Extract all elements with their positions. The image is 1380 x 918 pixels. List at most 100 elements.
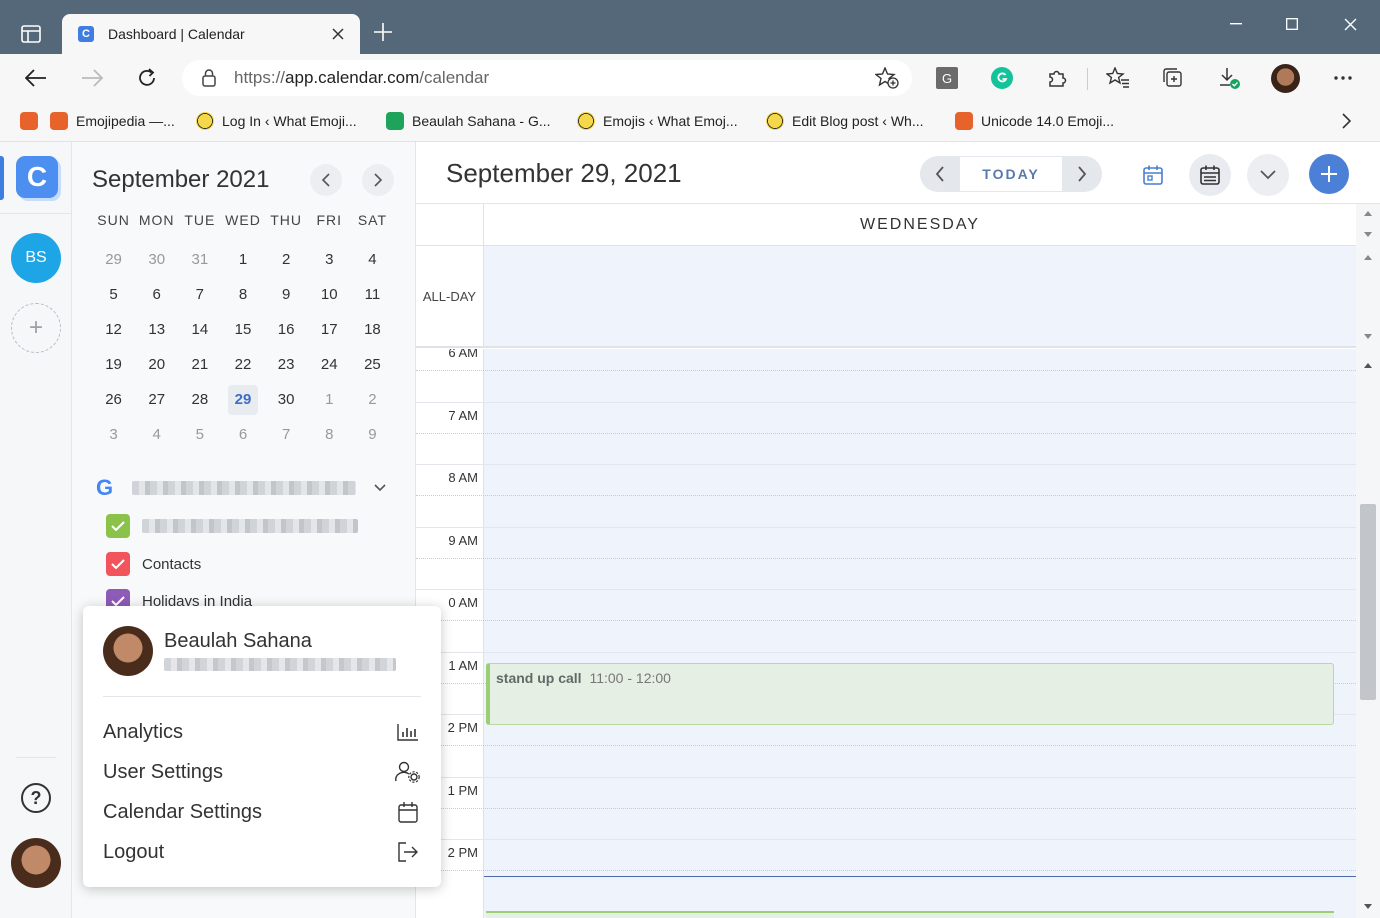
downloads-button[interactable] [1215, 64, 1243, 92]
mini-calendar-day[interactable]: 4 [135, 417, 178, 452]
mini-calendar-day[interactable]: 19 [92, 347, 135, 382]
menu-item-calendar-settings[interactable]: Calendar Settings [103, 797, 421, 827]
calendar-item-primary[interactable] [106, 513, 358, 539]
mini-calendar-day[interactable]: 3 [308, 242, 351, 277]
app-logo[interactable]: C [16, 156, 58, 198]
mini-calendar-day[interactable]: 7 [178, 277, 221, 312]
scroll-down-icon[interactable] [1363, 902, 1373, 912]
view-options-button[interactable] [1247, 154, 1289, 196]
menu-item-logout[interactable]: Logout [103, 837, 421, 867]
prev-day-button[interactable] [920, 156, 960, 192]
check-icon[interactable] [106, 552, 130, 576]
mini-calendar-day[interactable]: 24 [308, 347, 351, 382]
browser-profile-avatar[interactable] [1271, 64, 1300, 93]
mini-calendar-day[interactable]: 15 [221, 312, 264, 347]
close-window-button[interactable] [1330, 10, 1370, 38]
menu-item-analytics[interactable]: Analytics [103, 717, 421, 747]
mini-calendar-day[interactable]: 6 [135, 277, 178, 312]
mini-calendar-day[interactable]: 10 [308, 277, 351, 312]
mini-calendar-day[interactable]: 21 [178, 347, 221, 382]
collections-button[interactable] [1159, 64, 1187, 92]
calendar-item-contacts[interactable]: Contacts [106, 551, 201, 577]
mini-calendar-day[interactable]: 20 [135, 347, 178, 382]
address-bar[interactable]: https://app.calendar.com/calendar [182, 60, 912, 96]
forward-button[interactable] [76, 62, 108, 94]
mini-calendar-day[interactable]: 3 [92, 417, 135, 452]
event-partial[interactable] [486, 911, 1334, 918]
mini-calendar-day[interactable]: 13 [135, 312, 178, 347]
mini-calendar-day[interactable]: 5 [92, 277, 135, 312]
scroll-up-icon[interactable] [1363, 360, 1373, 370]
mini-calendar-day[interactable]: 5 [178, 417, 221, 452]
tab-actions-button[interactable] [14, 20, 48, 48]
mini-calendar-day[interactable]: 30 [265, 382, 308, 417]
mini-calendar-day[interactable]: 27 [135, 382, 178, 417]
refresh-button[interactable] [131, 62, 163, 94]
mini-calendar-day[interactable]: 9 [351, 417, 394, 452]
google-account-row[interactable]: G [96, 476, 396, 500]
settings-more-button[interactable] [1329, 64, 1357, 92]
mini-calendar-day[interactable]: 8 [221, 277, 264, 312]
mini-calendar-day[interactable]: 23 [265, 347, 308, 382]
all-day-slot[interactable] [484, 246, 1356, 346]
mini-calendar-day[interactable]: 17 [308, 312, 351, 347]
mini-calendar-day[interactable]: 30 [135, 242, 178, 277]
mini-calendar-day[interactable]: 31 [178, 242, 221, 277]
grammarly-g-extension-button[interactable]: G [933, 64, 961, 92]
mini-calendar-day[interactable]: 1 [221, 242, 264, 277]
bookmark-1[interactable]: Log In ‹ What Emoji... [196, 110, 357, 132]
user-avatar[interactable] [11, 838, 61, 888]
mini-calendar-day[interactable]: 1 [308, 382, 351, 417]
mini-calendar-day[interactable]: 22 [221, 347, 264, 382]
url-text[interactable]: https://app.calendar.com/calendar [234, 68, 872, 88]
bookmark-4[interactable]: Edit Blog post ‹ Wh... [766, 110, 924, 132]
menu-item-user-settings[interactable]: User Settings [103, 757, 421, 787]
account-avatar-bs[interactable]: BS [11, 233, 61, 283]
favorites-button[interactable] [1104, 64, 1132, 92]
tab-close-button[interactable] [328, 24, 348, 45]
bookmark-2[interactable]: Beaulah Sahana - G... [386, 110, 551, 132]
check-icon[interactable] [106, 514, 130, 538]
mini-calendar-day[interactable]: 25 [351, 347, 394, 382]
more-bookmarks-button[interactable] [1336, 110, 1356, 132]
bookmark-5[interactable]: Unicode 14.0 Emoji... [955, 110, 1114, 132]
day-view-button[interactable] [1132, 154, 1174, 196]
expand-account-button[interactable] [374, 479, 386, 497]
scroll-down-icon[interactable] [1363, 230, 1373, 240]
mini-calendar-day[interactable]: 28 [178, 382, 221, 417]
mini-calendar-day[interactable]: 2 [351, 382, 394, 417]
extensions-button[interactable] [1043, 64, 1071, 92]
next-month-button[interactable] [362, 164, 394, 196]
add-event-button[interactable] [1309, 154, 1349, 194]
scroll-up-icon[interactable] [1363, 208, 1373, 218]
scroll-up-icon[interactable] [1363, 252, 1373, 262]
mini-calendar-day[interactable]: 6 [221, 417, 264, 452]
add-account-button[interactable]: + [11, 303, 61, 353]
active-tab[interactable]: C Dashboard | Calendar [62, 14, 360, 54]
mini-calendar-day[interactable]: 26 [92, 382, 135, 417]
new-tab-button[interactable] [370, 20, 396, 46]
mini-calendar-day[interactable]: 11 [351, 277, 394, 312]
mini-calendar-day-selected[interactable]: 29 [221, 382, 264, 417]
mini-calendar-day[interactable]: 9 [265, 277, 308, 312]
mini-calendar-day[interactable]: 18 [351, 312, 394, 347]
mini-calendar-day[interactable]: 2 [265, 242, 308, 277]
prev-month-button[interactable] [310, 164, 342, 196]
mini-calendar-day[interactable]: 14 [178, 312, 221, 347]
vertical-scrollbar[interactable] [1356, 204, 1380, 918]
scroll-down-icon[interactable] [1363, 332, 1373, 342]
mini-calendar-day[interactable]: 12 [92, 312, 135, 347]
bookmark-3[interactable]: Emojis ‹ What Emoj... [577, 110, 738, 132]
mini-calendar-day[interactable]: 16 [265, 312, 308, 347]
mini-calendar-day[interactable]: 8 [308, 417, 351, 452]
next-day-button[interactable] [1062, 156, 1102, 192]
maximize-button[interactable] [1272, 10, 1312, 38]
agenda-view-button[interactable] [1189, 154, 1231, 196]
mini-calendar-day[interactable]: 7 [265, 417, 308, 452]
minimize-button[interactable] [1216, 10, 1256, 38]
scrollbar-thumb[interactable] [1360, 504, 1376, 700]
help-button[interactable]: ? [21, 783, 51, 813]
add-favorite-button[interactable] [872, 63, 902, 93]
today-button[interactable]: TODAY [960, 156, 1062, 192]
event-stand-up-call[interactable]: stand up call 11:00 - 12:00 [486, 663, 1334, 725]
